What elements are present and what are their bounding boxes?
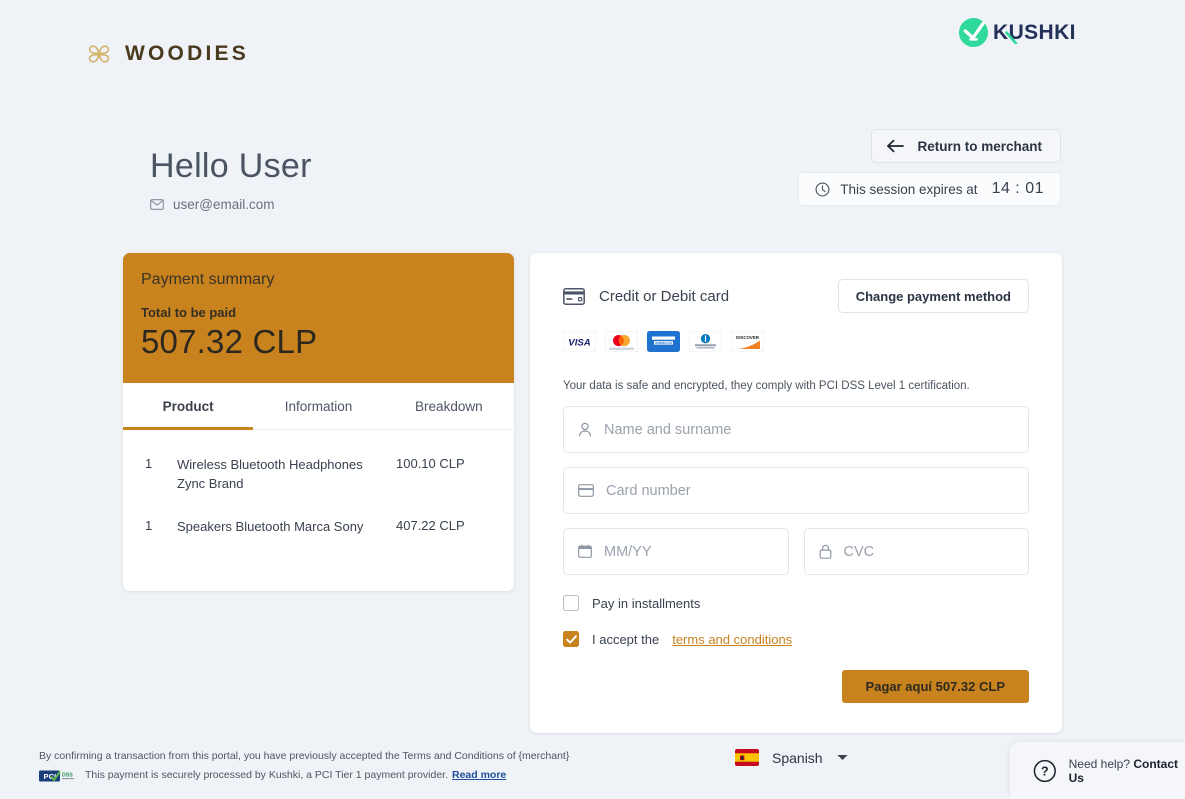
expiry-field[interactable]: MM/YY	[563, 528, 789, 575]
main-content: Payment summary Total to be paid 507.32 …	[123, 253, 1062, 733]
top-actions: Return to merchant This session expires …	[798, 129, 1061, 206]
clock-icon	[815, 182, 830, 196]
clover-flower-icon	[88, 45, 110, 63]
installments-checkbox[interactable]	[563, 595, 579, 611]
mastercard-icon	[605, 331, 638, 352]
product-quantity: 1	[145, 456, 153, 471]
table-row: 1 Speakers Bluetooth Marca Sony 407.22 C…	[145, 506, 492, 549]
diners-club-icon	[689, 331, 722, 352]
payment-summary-title: Payment summary	[141, 271, 275, 288]
merchant-name: WOODIES	[125, 42, 249, 65]
summary-tabs: Product Information Breakdown	[123, 383, 514, 430]
session-expiry-badge: This session expires at 14 : 01	[798, 172, 1061, 206]
table-row: 1 Wireless Bluetooth Headphones Zync Bra…	[145, 444, 492, 506]
terms-and-conditions-link[interactable]: terms and conditions	[672, 632, 792, 647]
expiry-placeholder: MM/YY	[604, 543, 652, 560]
svg-text:AMERICAN: AMERICAN	[655, 341, 672, 345]
total-amount: 507.32 CLP	[141, 323, 318, 360]
visa-icon: VISA	[563, 331, 596, 352]
product-price: 100.10 CLP	[396, 456, 465, 471]
kushki-check-icon	[958, 17, 989, 48]
footer: By confirming a transaction from this po…	[0, 742, 1185, 799]
cardholder-name-field[interactable]: Name and surname	[563, 406, 1029, 453]
svg-text:DSS: DSS	[62, 773, 73, 779]
tab-breakdown[interactable]: Breakdown	[384, 383, 514, 430]
product-price: 407.22 CLP	[396, 517, 465, 533]
terms-prefix: I accept the	[592, 631, 660, 647]
cardholder-name-placeholder: Name and surname	[604, 421, 732, 438]
footer-legal-line-2: This payment is securely processed by Ku…	[85, 769, 448, 782]
payment-summary-card: Payment summary Total to be paid 507.32 …	[123, 253, 514, 591]
cvc-field[interactable]: CVC	[803, 528, 1029, 575]
svg-text:?: ?	[1041, 763, 1049, 778]
page-title: Hello User	[150, 147, 312, 185]
accepted-card-brands: VISA AMERICAN DISCOVER	[563, 331, 1029, 352]
installments-label: Pay in installments	[592, 595, 701, 611]
change-payment-method-button[interactable]: Change payment method	[837, 279, 1029, 313]
credit-card-icon	[563, 287, 585, 305]
question-circle-icon: ?	[1033, 759, 1056, 782]
spain-flag-icon	[735, 749, 759, 766]
kushki-wordmark: KUSHKI	[993, 21, 1076, 44]
merchant-logo[interactable]: WOODIES	[86, 41, 249, 67]
pay-button[interactable]: Pagar aquí 507.32 CLP	[841, 670, 1029, 703]
user-email-row: user@email.com	[150, 197, 312, 212]
terms-checkbox[interactable]	[563, 631, 579, 647]
payment-method-row: Credit or Debit card	[563, 288, 729, 305]
installments-row: Pay in installments	[563, 595, 1029, 611]
pci-dss-badge-icon: PCI DSS	[39, 770, 74, 782]
product-name: Speakers Bluetooth Marca Sony	[177, 518, 364, 534]
svg-text:DISCOVER: DISCOVER	[736, 335, 760, 340]
svg-text:VISA: VISA	[568, 337, 590, 348]
session-timer: 14 : 01	[991, 180, 1044, 197]
product-quantity: 1	[145, 517, 153, 533]
return-to-merchant-button[interactable]: Return to merchant	[871, 129, 1061, 163]
person-icon	[579, 422, 591, 437]
card-number-placeholder: Card number	[606, 482, 691, 499]
user-email: user@email.com	[173, 196, 275, 212]
greeting-block: Hello User user@email.com	[150, 145, 312, 212]
lock-icon	[819, 544, 831, 559]
tab-product[interactable]: Product	[123, 383, 254, 430]
language-label: Spanish	[772, 749, 823, 766]
cvc-placeholder: CVC	[843, 543, 875, 560]
read-more-link[interactable]: Read more	[452, 766, 506, 785]
discover-icon: DISCOVER	[731, 331, 764, 352]
product-list: 1 Wireless Bluetooth Headphones Zync Bra…	[123, 430, 514, 591]
amex-icon: AMERICAN	[647, 331, 680, 352]
check-icon	[565, 634, 577, 644]
return-to-merchant-label: Return to merchant	[917, 138, 1042, 154]
pci-security-note: Your data is safe and encrypted, they co…	[563, 380, 970, 392]
product-name: Wireless Bluetooth Headphones Zync Brand	[177, 457, 363, 491]
help-text: Need help? Contact Us	[1069, 757, 1185, 785]
footer-legal-line-2-row: PCI DSS This payment is securely process…	[39, 766, 569, 785]
payment-method-header: Credit or Debit card Change payment meth…	[563, 279, 1029, 313]
terms-row: I accept the terms and conditions	[563, 631, 1029, 647]
payment-method-label: Credit or Debit card	[599, 287, 730, 305]
help-widget[interactable]: ? Need help? Contact Us	[1010, 742, 1185, 799]
top-bar: WOODIES KUSHKI	[0, 0, 1185, 100]
tab-information[interactable]: Information	[253, 383, 383, 430]
total-label: Total to be paid	[141, 305, 237, 320]
session-expiry-label: This session expires at	[840, 181, 978, 197]
card-number-field[interactable]: Card number	[563, 467, 1029, 514]
payment-form-card: Credit or Debit card Change payment meth…	[530, 253, 1062, 733]
calendar-icon	[578, 544, 592, 558]
language-selector[interactable]: Spanish	[735, 749, 849, 766]
footer-legal-line-1: By confirming a transaction from this po…	[39, 750, 570, 762]
chevron-down-icon[interactable]	[836, 753, 849, 762]
envelope-icon	[150, 198, 164, 210]
footer-legal: By confirming a transaction from this po…	[39, 747, 569, 786]
payment-summary-header: Payment summary Total to be paid 507.32 …	[123, 253, 514, 383]
expiry-cvc-row: MM/YY CVC	[563, 514, 1029, 575]
card-icon	[578, 484, 594, 497]
arrow-left-icon	[887, 139, 905, 153]
kushki-logo: KUSHKI	[958, 17, 1121, 48]
help-prefix: Need help?	[1068, 756, 1131, 771]
